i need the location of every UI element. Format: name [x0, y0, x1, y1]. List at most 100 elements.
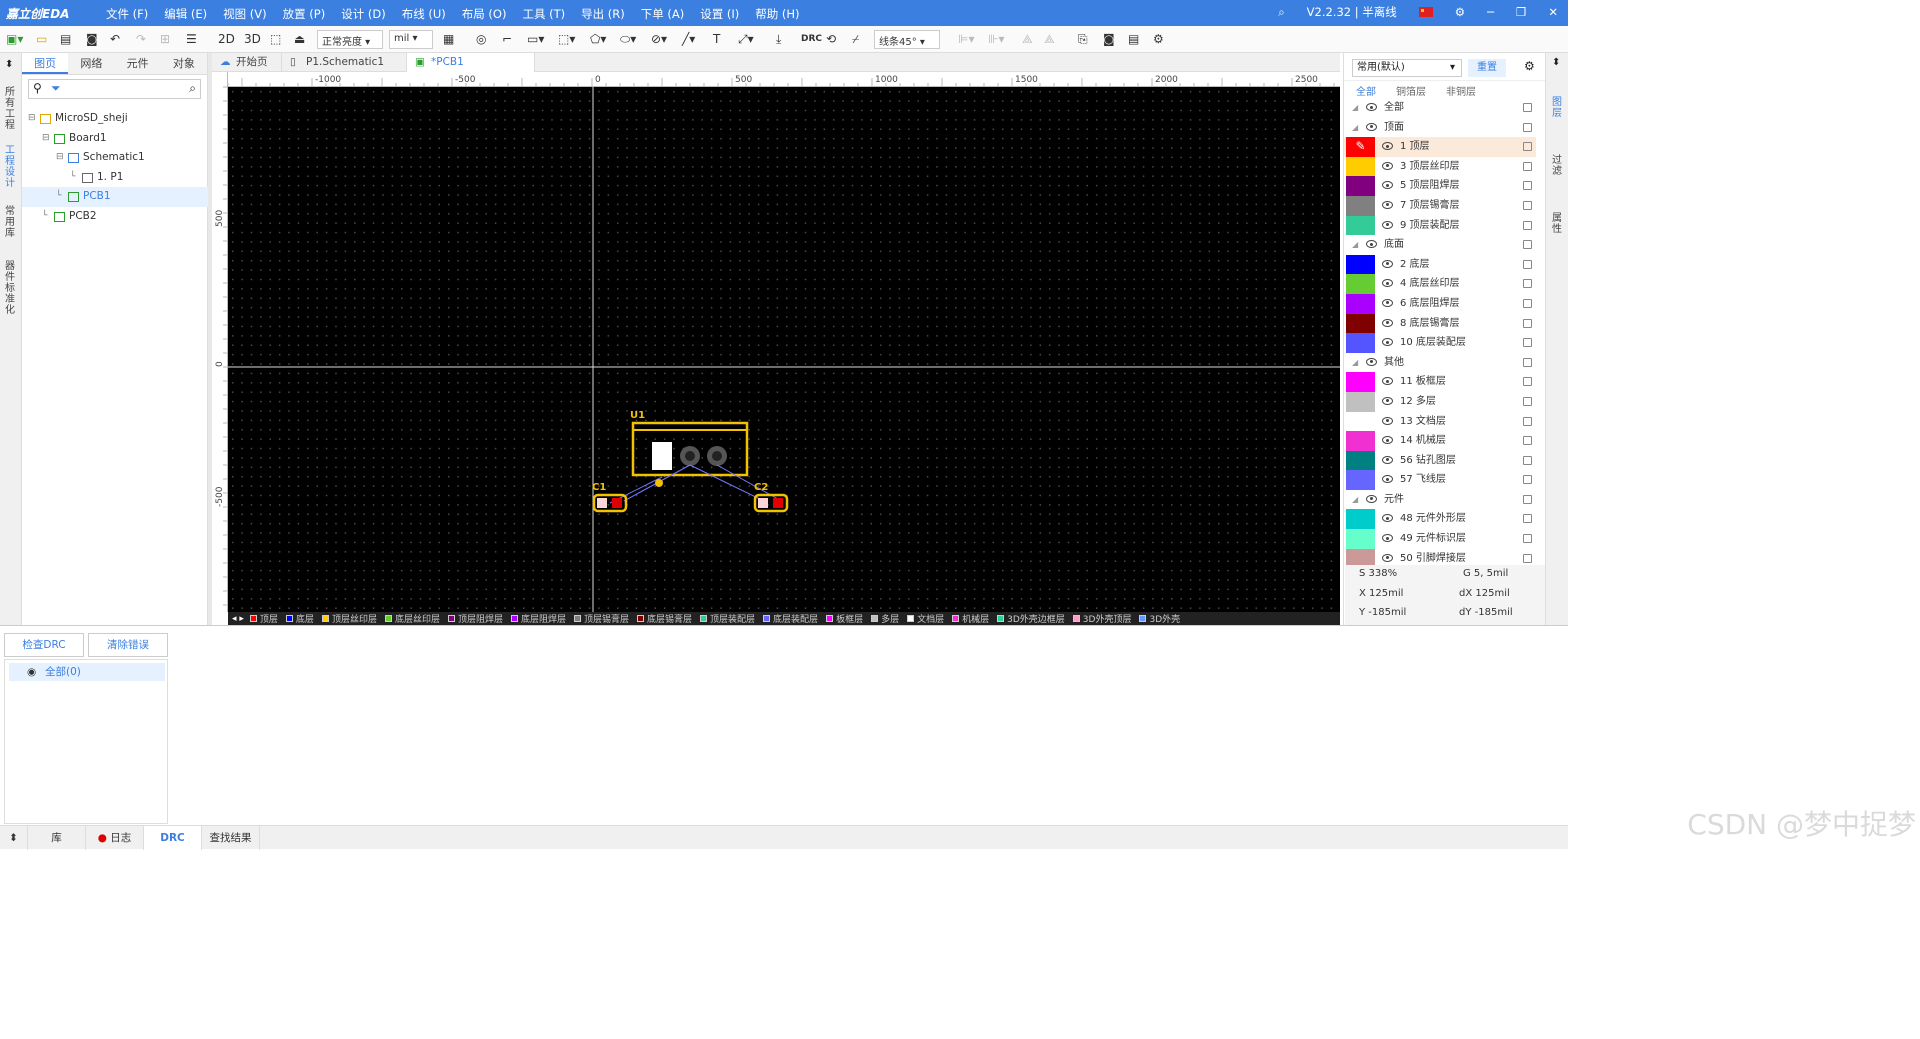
ellipse-icon[interactable]: ⬭▾ [620, 31, 636, 47]
lock-icon[interactable] [1523, 259, 1532, 269]
lock-icon[interactable] [1523, 279, 1532, 289]
lock-icon[interactable] [1523, 455, 1532, 465]
line-icon[interactable]: ╱▾ [682, 31, 695, 47]
reset-button[interactable]: 重置 [1468, 59, 1506, 77]
tab-project-design[interactable]: 工程设计 [5, 145, 17, 189]
dimension-icon[interactable]: ⤢▾ [738, 31, 754, 47]
minimize-button[interactable]: ─ [1487, 5, 1494, 19]
open-folder-icon[interactable]: ▭ [36, 31, 47, 47]
layer-color-swatch[interactable] [1346, 333, 1375, 353]
layerbar-item[interactable]: 板框层 [826, 612, 863, 625]
photo-icon[interactable]: ◙ [1103, 31, 1115, 47]
track-icon[interactable]: ⟲ [826, 31, 836, 47]
drc-button[interactable]: DRC [801, 31, 822, 47]
layer-row[interactable]: 49 元件标识层 [1344, 529, 1536, 549]
eye-icon[interactable] [1366, 494, 1377, 503]
layer-group-row[interactable]: ◢ 其他 [1344, 353, 1536, 373]
layer-color-swatch[interactable] [1346, 411, 1375, 432]
menu-item-10[interactable]: 设置 (I) [700, 6, 739, 22]
tree-item[interactable]: └ PCB1 [22, 187, 208, 207]
tab-pages[interactable]: 图页 [22, 53, 69, 74]
group-toggle-icon[interactable]: ◢ [1352, 235, 1358, 255]
tree-toggle-icon[interactable]: ⊟ [42, 129, 50, 149]
designator-c1[interactable]: C1 [592, 482, 606, 493]
eye-icon[interactable] [1382, 200, 1393, 209]
tab-all-projects[interactable]: 所有工程 [5, 87, 17, 131]
menu-item-5[interactable]: 布线 (U) [402, 6, 446, 22]
tab-search-results[interactable]: 查找结果 [202, 826, 260, 850]
text-icon[interactable]: T [713, 31, 720, 47]
layer-group-row[interactable]: ◢ 全部 [1344, 98, 1536, 118]
tab-schematic[interactable]: ▯ P1.Schematic1 [282, 53, 407, 72]
eye-icon[interactable] [1382, 514, 1393, 523]
designator-u1[interactable]: U1 [630, 410, 645, 421]
tree-toggle-icon[interactable]: └ [56, 187, 61, 207]
eye-icon[interactable] [1382, 553, 1393, 562]
close-button[interactable]: ✕ [1548, 5, 1558, 19]
menu-item-11[interactable]: 帮助 (H) [755, 6, 799, 22]
layer-scroll-left-icon[interactable]: ◂ ▸ [232, 614, 244, 624]
new-file-icon[interactable]: ▣▾ [6, 31, 23, 47]
flip-icon[interactable]: ⟁ [1044, 31, 1055, 47]
layer-color-swatch[interactable] [1346, 450, 1375, 471]
menu-item-4[interactable]: 设计 (D) [341, 6, 385, 22]
tab-filter[interactable]: 过滤 [1552, 155, 1564, 177]
layer-color-swatch[interactable] [1346, 156, 1375, 177]
save-icon[interactable]: ▤ [60, 31, 71, 47]
layer-row[interactable]: 7 顶层锡膏层 [1344, 195, 1536, 216]
eye-icon[interactable] [1382, 142, 1393, 151]
tree-toggle-icon[interactable]: └ [70, 168, 75, 188]
layerbar-item[interactable]: 顶层锡膏层 [574, 612, 629, 625]
layer-row[interactable]: 6 底层阻焊层 [1344, 293, 1536, 314]
forbid-icon[interactable]: ⊘▾ [651, 31, 667, 47]
eye-icon[interactable] [1382, 181, 1393, 190]
bom-icon[interactable]: ▤ [1128, 31, 1139, 47]
tab-log[interactable]: ● 日志 [86, 826, 144, 850]
tree-toggle-icon[interactable]: ⊟ [56, 148, 64, 168]
redo-icon[interactable]: ↷ [136, 31, 146, 47]
group-toggle-icon[interactable]: ◢ [1352, 118, 1358, 138]
layer-preset-select[interactable]: 常用(默认) ▾ [1352, 59, 1462, 77]
layer-color-swatch[interactable] [1346, 254, 1375, 275]
tab-objects[interactable]: 对象 [161, 53, 207, 74]
lock-icon[interactable] [1523, 514, 1532, 524]
lock-icon[interactable] [1523, 161, 1532, 171]
tab-layers[interactable]: 图层 [1552, 97, 1564, 119]
layer-color-swatch[interactable] [1346, 529, 1375, 549]
layerbar-item[interactable]: 3D外壳顶层 [1072, 612, 1131, 625]
layer-color-swatch[interactable]: ✎ [1346, 137, 1375, 157]
lock-icon[interactable] [1523, 298, 1532, 308]
eye-icon[interactable] [1382, 377, 1393, 386]
collapse-icon[interactable]: ⬍ [1552, 57, 1564, 68]
eye-icon[interactable] [1366, 240, 1377, 249]
lock-icon[interactable] [1523, 534, 1532, 544]
collapse-icon[interactable]: ⬍ [0, 826, 28, 850]
brightness-select[interactable]: 正常亮度 ▾ [317, 30, 383, 49]
menu-item-8[interactable]: 导出 (R) [581, 6, 625, 22]
eye-icon[interactable] [1382, 475, 1393, 484]
layer-row[interactable]: 8 底层锡膏层 [1344, 313, 1536, 334]
fanout-icon[interactable]: ⌿ [852, 31, 859, 47]
import-icon[interactable]: ⤓ [776, 31, 781, 47]
language-flag-icon[interactable] [1418, 7, 1433, 17]
layer-row[interactable]: 56 钻孔图层 [1344, 450, 1536, 471]
layer-row[interactable]: 14 机械层 [1344, 431, 1536, 451]
layer-row[interactable]: 57 飞线层 [1344, 470, 1536, 490]
tab-components[interactable]: 元件 [115, 53, 161, 74]
eye-icon[interactable]: ◉ [27, 663, 36, 681]
layer-row[interactable]: 11 板框层 [1344, 372, 1536, 392]
lock-icon[interactable] [1523, 377, 1532, 387]
lock-icon[interactable] [1523, 122, 1532, 132]
preferences-icon[interactable]: ⚙ [1153, 31, 1164, 47]
eye-icon[interactable] [1382, 318, 1393, 327]
layerbar-item[interactable]: 底层锡膏层 [637, 612, 692, 625]
eye-icon[interactable] [1382, 416, 1393, 425]
menu-item-6[interactable]: 布局 (O) [462, 6, 507, 22]
eye-icon[interactable] [1382, 298, 1393, 307]
tab-pcb1[interactable]: ▣ *PCB1 [407, 53, 535, 72]
grid-icon[interactable]: ⊞ [160, 31, 170, 47]
align-icon[interactable]: ⊫▾ [958, 31, 974, 47]
designator-c2[interactable]: C2 [754, 482, 768, 493]
eye-icon[interactable] [1382, 436, 1393, 445]
tab-start-page[interactable]: ☁ 开始页 [212, 53, 282, 72]
